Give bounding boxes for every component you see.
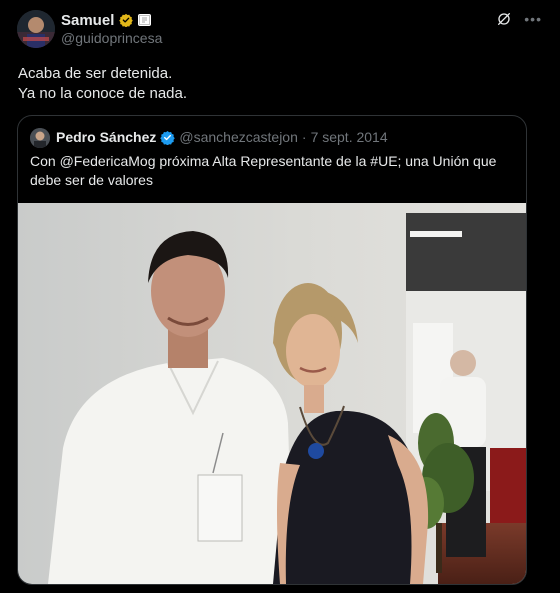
quoted-author-name[interactable]: Pedro Sánchez — [56, 129, 156, 145]
quoted-photo[interactable] — [18, 203, 526, 584]
verified-gold-icon — [119, 13, 134, 28]
affiliate-flag-icon[interactable] — [138, 14, 152, 26]
separator-dot: · — [301, 129, 307, 145]
author-avatar[interactable] — [17, 10, 55, 48]
more-icon[interactable]: ••• — [524, 11, 542, 27]
quoted-text: Con @FedericaMog próxima Alta Representa… — [30, 152, 510, 190]
mention-link[interactable]: @FedericaMog — [60, 153, 156, 169]
quoted-date[interactable]: 7 sept. 2014 — [311, 129, 388, 145]
quoted-text-part: próxima Alta Representante de la — [155, 153, 371, 169]
quoted-text-part: Con — [30, 153, 60, 169]
author-handle[interactable]: @guidoprincesa — [61, 30, 162, 46]
author-name[interactable]: Samuel — [61, 12, 114, 29]
quoted-author-avatar[interactable] — [30, 128, 50, 148]
tweet-text: Acaba de ser detenida. Ya no la conoce d… — [18, 64, 187, 104]
hashtag-link[interactable]: #UE — [370, 153, 397, 169]
grok-icon[interactable] — [496, 11, 512, 27]
tweet-text-line: Ya no la conoce de nada. — [18, 85, 188, 102]
tweet-text-line: Acaba de ser detenida. — [18, 65, 173, 82]
quoted-tweet[interactable]: Pedro Sánchez @sanchezcastejon · 7 sept.… — [17, 115, 527, 585]
verified-blue-icon — [160, 130, 176, 145]
quoted-author-handle[interactable]: @sanchezcastejon — [179, 129, 298, 145]
